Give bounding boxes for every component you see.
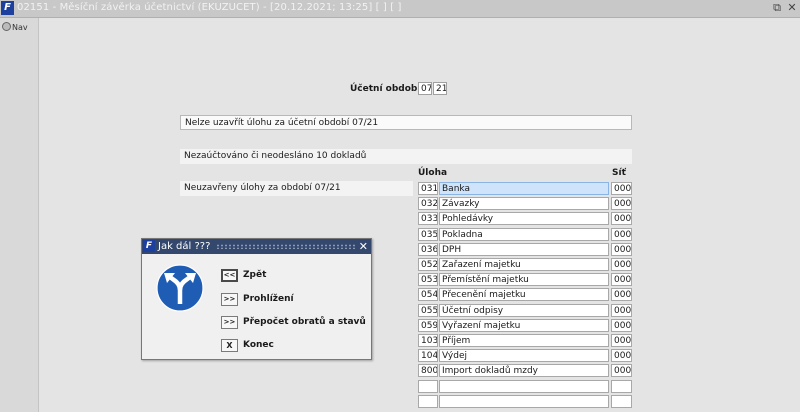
direction-fork-sign-icon <box>156 264 204 312</box>
period-label: Účetní období <box>350 84 421 94</box>
table-row[interactable]: 053 Přemístění majetku 000 <box>418 273 634 287</box>
task-code-cell[interactable]: 059 <box>418 318 438 332</box>
task-code-cell[interactable]: 033 <box>418 212 438 226</box>
task-code-cell[interactable]: 032 <box>418 197 438 211</box>
back-button[interactable]: << <box>221 269 238 282</box>
net-cell[interactable]: 000 <box>611 258 632 271</box>
net-cell[interactable]: 000 <box>611 349 632 363</box>
dialog-title: Jak dál ??? <box>158 241 211 252</box>
table-row[interactable]: 031 Banka 000 <box>418 182 634 195</box>
table-row[interactable]: 054 Přecenění majetku 000 <box>418 288 634 302</box>
net-cell[interactable]: 000 <box>611 303 632 317</box>
task-code-cell[interactable] <box>418 379 438 393</box>
task-name-cell[interactable]: Import dokladů mzdy <box>439 364 609 378</box>
task-name-cell[interactable]: Banka <box>439 182 609 195</box>
net-cell[interactable]: 000 <box>611 288 632 302</box>
next-step-dialog: F Jak dál ??? ✕ << Zpět >> Prohlížení >>… <box>141 238 372 360</box>
dialog-titlebar[interactable]: F Jak dál ??? ✕ <box>142 239 371 254</box>
table-row[interactable]: 032 Závazky 000 <box>418 197 634 211</box>
task-name-cell[interactable]: Závazky <box>439 197 609 211</box>
exit-label[interactable]: Konec <box>243 340 274 350</box>
column-header-net: Síť <box>612 168 626 178</box>
table-row[interactable]: 036 DPH 000 <box>418 242 634 256</box>
net-cell[interactable]: 000 <box>611 197 632 211</box>
column-header-task: Úloha <box>418 168 448 178</box>
net-cell[interactable] <box>611 394 632 408</box>
task-code-cell[interactable]: 035 <box>418 227 438 241</box>
task-code-cell[interactable]: 103 <box>418 334 438 347</box>
net-cell[interactable]: 000 <box>611 242 632 256</box>
task-name-cell[interactable] <box>439 379 609 393</box>
task-code-cell[interactable]: 054 <box>418 288 438 302</box>
period-year-field[interactable]: 21 <box>433 82 447 95</box>
table-row[interactable] <box>418 394 634 408</box>
net-cell[interactable]: 000 <box>611 227 632 241</box>
task-name-cell[interactable]: Pohledávky <box>439 212 609 226</box>
task-name-cell[interactable]: Pokladna <box>439 227 609 241</box>
task-code-cell[interactable]: 800 <box>418 364 438 378</box>
nav-label: Nav <box>12 23 28 32</box>
task-code-cell[interactable]: 036 <box>418 242 438 256</box>
task-name-cell[interactable]: Vyřazení majetku <box>439 318 609 332</box>
window-title: 02151 - Měsíční závěrka účetnictví (EKUZ… <box>17 2 402 13</box>
net-cell[interactable]: 000 <box>611 318 632 332</box>
task-name-cell[interactable]: Příjem <box>439 334 609 347</box>
task-code-cell[interactable]: 031 <box>418 182 438 195</box>
browse-button[interactable]: >> <box>221 293 238 306</box>
net-cell[interactable]: 000 <box>611 364 632 378</box>
net-cell[interactable]: 000 <box>611 212 632 226</box>
period-month-field[interactable]: 07 <box>418 82 432 95</box>
task-code-cell[interactable] <box>418 394 438 408</box>
drag-grip[interactable] <box>216 244 355 249</box>
nav-button[interactable]: Nav <box>2 22 28 32</box>
recalculate-label[interactable]: Přepočet obratů a stavů <box>243 317 366 327</box>
sidebar: Nav <box>0 18 39 412</box>
net-cell[interactable] <box>611 379 632 393</box>
task-code-cell[interactable]: 053 <box>418 273 438 287</box>
table-row[interactable]: 055 Účetní odpisy 000 <box>418 303 634 317</box>
table-row[interactable]: 052 Zařazení majetku 000 <box>418 258 634 271</box>
task-name-cell[interactable]: Přemístění majetku <box>439 273 609 287</box>
unclosed-tasks-message: Neuzavřeny úlohy za období 07/21 <box>180 181 413 196</box>
net-cell[interactable]: 000 <box>611 182 632 195</box>
unposted-documents-message: Nezaúčtováno či neodesláno 10 dokladů <box>180 149 632 164</box>
task-name-cell[interactable]: Výdej <box>439 349 609 363</box>
table-row[interactable]: 035 Pokladna 000 <box>418 227 634 241</box>
exit-button[interactable]: X <box>221 339 238 352</box>
task-name-cell[interactable] <box>439 394 609 408</box>
table-row[interactable]: 033 Pohledávky 000 <box>418 212 634 226</box>
table-row[interactable]: 800 Import dokladů mzdy 000 <box>418 364 634 378</box>
task-code-cell[interactable]: 104 <box>418 349 438 363</box>
compass-icon <box>2 22 11 31</box>
table-row[interactable]: 104 Výdej 000 <box>418 349 634 363</box>
app-logo-icon: F <box>143 240 155 252</box>
task-name-cell[interactable]: Účetní odpisy <box>439 303 609 317</box>
window-titlebar: F 02151 - Měsíční závěrka účetnictví (EK… <box>0 0 800 18</box>
app-logo-icon: F <box>1 1 14 15</box>
dialog-close-button[interactable]: ✕ <box>359 239 368 254</box>
task-code-cell[interactable]: 052 <box>418 258 438 271</box>
browse-label[interactable]: Prohlížení <box>243 294 294 304</box>
table-row[interactable]: 103 Příjem 000 <box>418 334 634 347</box>
task-name-cell[interactable]: DPH <box>439 242 609 256</box>
cannot-close-message: Nelze uzavřít úlohu za účetní období 07/… <box>180 115 632 130</box>
task-code-cell[interactable]: 055 <box>418 303 438 317</box>
task-name-cell[interactable]: Přecenění majetku <box>439 288 609 302</box>
table-row[interactable]: 059 Vyřazení majetku 000 <box>418 318 634 332</box>
net-cell[interactable]: 000 <box>611 273 632 287</box>
recalculate-button[interactable]: >> <box>221 316 238 329</box>
task-name-cell[interactable]: Zařazení majetku <box>439 258 609 271</box>
net-cell[interactable]: 000 <box>611 334 632 347</box>
table-row[interactable] <box>418 379 634 393</box>
close-window-button[interactable]: ✕ <box>785 1 799 15</box>
back-label[interactable]: Zpět <box>243 270 266 280</box>
restore-window-button[interactable]: ⧉ <box>770 1 784 15</box>
